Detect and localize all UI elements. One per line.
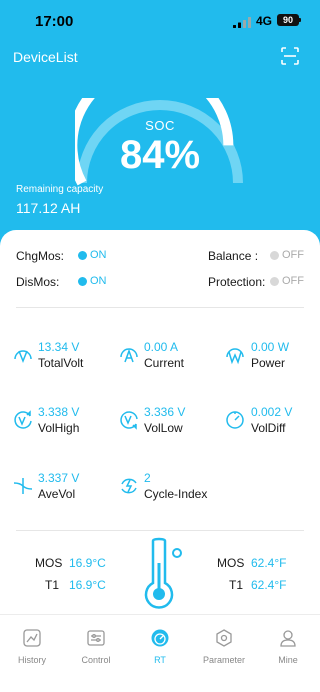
user-icon: [280, 630, 296, 647]
history-icon: [23, 629, 41, 647]
device-list-link[interactable]: DeviceList: [13, 49, 78, 65]
signal-icon: [233, 17, 251, 28]
battery-indicator: 90: [277, 14, 299, 26]
status-time: 17:00: [35, 13, 74, 30]
vol-low-value: 3.336 V: [144, 405, 186, 419]
tab-rt-label: RT: [154, 655, 166, 665]
status-bar: 17:00 4G 90: [0, 0, 320, 42]
cycle-index-label: Cycle-Index: [144, 487, 208, 501]
cycle-index-value: 2: [144, 471, 151, 485]
network-type: 4G: [256, 14, 273, 28]
mos-temp-c-label: MOS: [35, 556, 63, 570]
thermometer-icon: [144, 537, 182, 609]
protection-label: Protection:: [208, 275, 266, 289]
ave-vol-icon: [13, 478, 33, 494]
mos-temp-c-value: 16.9°C: [69, 556, 106, 570]
power-label: Power: [251, 356, 286, 370]
current-label: Current: [144, 356, 185, 370]
tab-history-label: History: [17, 655, 46, 665]
ave-vol-value: 3.337 V: [38, 471, 80, 485]
control-icon: [87, 630, 105, 646]
chg-mos-label: ChgMos:: [16, 249, 65, 263]
chg-mos-state[interactable]: ON: [90, 249, 107, 261]
total-volt-value: 13.34 V: [38, 340, 80, 354]
chg-mos-dot: [78, 251, 87, 260]
divider: [16, 530, 304, 531]
t1-temp-f-label: T1: [229, 578, 244, 592]
vol-diff-value: 0.002 V: [251, 405, 293, 419]
tab-control[interactable]: Control: [64, 615, 128, 675]
balance-state[interactable]: OFF: [282, 249, 304, 261]
vol-high-label: VolHigh: [38, 421, 80, 435]
dis-mos-dot: [78, 277, 87, 286]
balance-label: Balance :: [208, 249, 259, 263]
mos-temp-f-label: MOS: [217, 556, 245, 570]
tab-control-label: Control: [81, 655, 111, 665]
remaining-capacity-label: Remaining capacity: [16, 184, 104, 195]
battery-tip: [299, 18, 301, 22]
mos-temp-f-value: 62.4°F: [251, 556, 287, 570]
total-volt-label: TotalVolt: [38, 356, 84, 370]
tab-mine-label: Mine: [278, 655, 298, 665]
vol-high-icon: [14, 410, 32, 429]
tab-bar: History Control RT Parameter Mine: [0, 614, 320, 692]
scan-icon[interactable]: [281, 47, 299, 65]
vol-high-value: 3.338 V: [38, 405, 80, 419]
tab-parameter[interactable]: Parameter: [192, 615, 256, 675]
divider: [16, 307, 304, 308]
dis-mos-state[interactable]: ON: [90, 275, 107, 287]
tab-mine[interactable]: Mine: [256, 615, 320, 675]
protection-dot: [270, 277, 279, 286]
cycle-icon: [121, 478, 137, 494]
t1-temp-f-value: 62.4°F: [251, 578, 287, 592]
soc-value: 84%: [119, 133, 201, 177]
ave-vol-label: AveVol: [38, 487, 76, 501]
rt-gauge-icon: [151, 629, 169, 647]
tab-rt[interactable]: RT: [128, 615, 192, 675]
parameter-icon: [216, 629, 232, 647]
volt-icon: [14, 350, 32, 364]
protection-state[interactable]: OFF: [282, 275, 304, 287]
power-value: 0.00 W: [251, 340, 290, 354]
t1-temp-c-value: 16.9°C: [69, 578, 106, 592]
power-icon: [226, 348, 244, 365]
vol-low-label: VolLow: [144, 421, 183, 435]
t1-temp-c-label: T1: [45, 578, 60, 592]
soc-label: SOC: [145, 118, 175, 133]
current-value: 0.00 A: [144, 340, 179, 354]
vol-low-icon: [120, 411, 138, 430]
tab-parameter-label: Parameter: [202, 655, 246, 665]
dis-mos-label: DisMos:: [16, 275, 60, 289]
vol-diff-label: VolDiff: [251, 421, 286, 435]
balance-dot: [270, 251, 279, 260]
remaining-capacity-value: 117.12 AH: [16, 200, 81, 216]
tab-history[interactable]: History: [0, 615, 64, 675]
current-icon: [120, 348, 138, 363]
vol-diff-icon: [226, 411, 244, 429]
